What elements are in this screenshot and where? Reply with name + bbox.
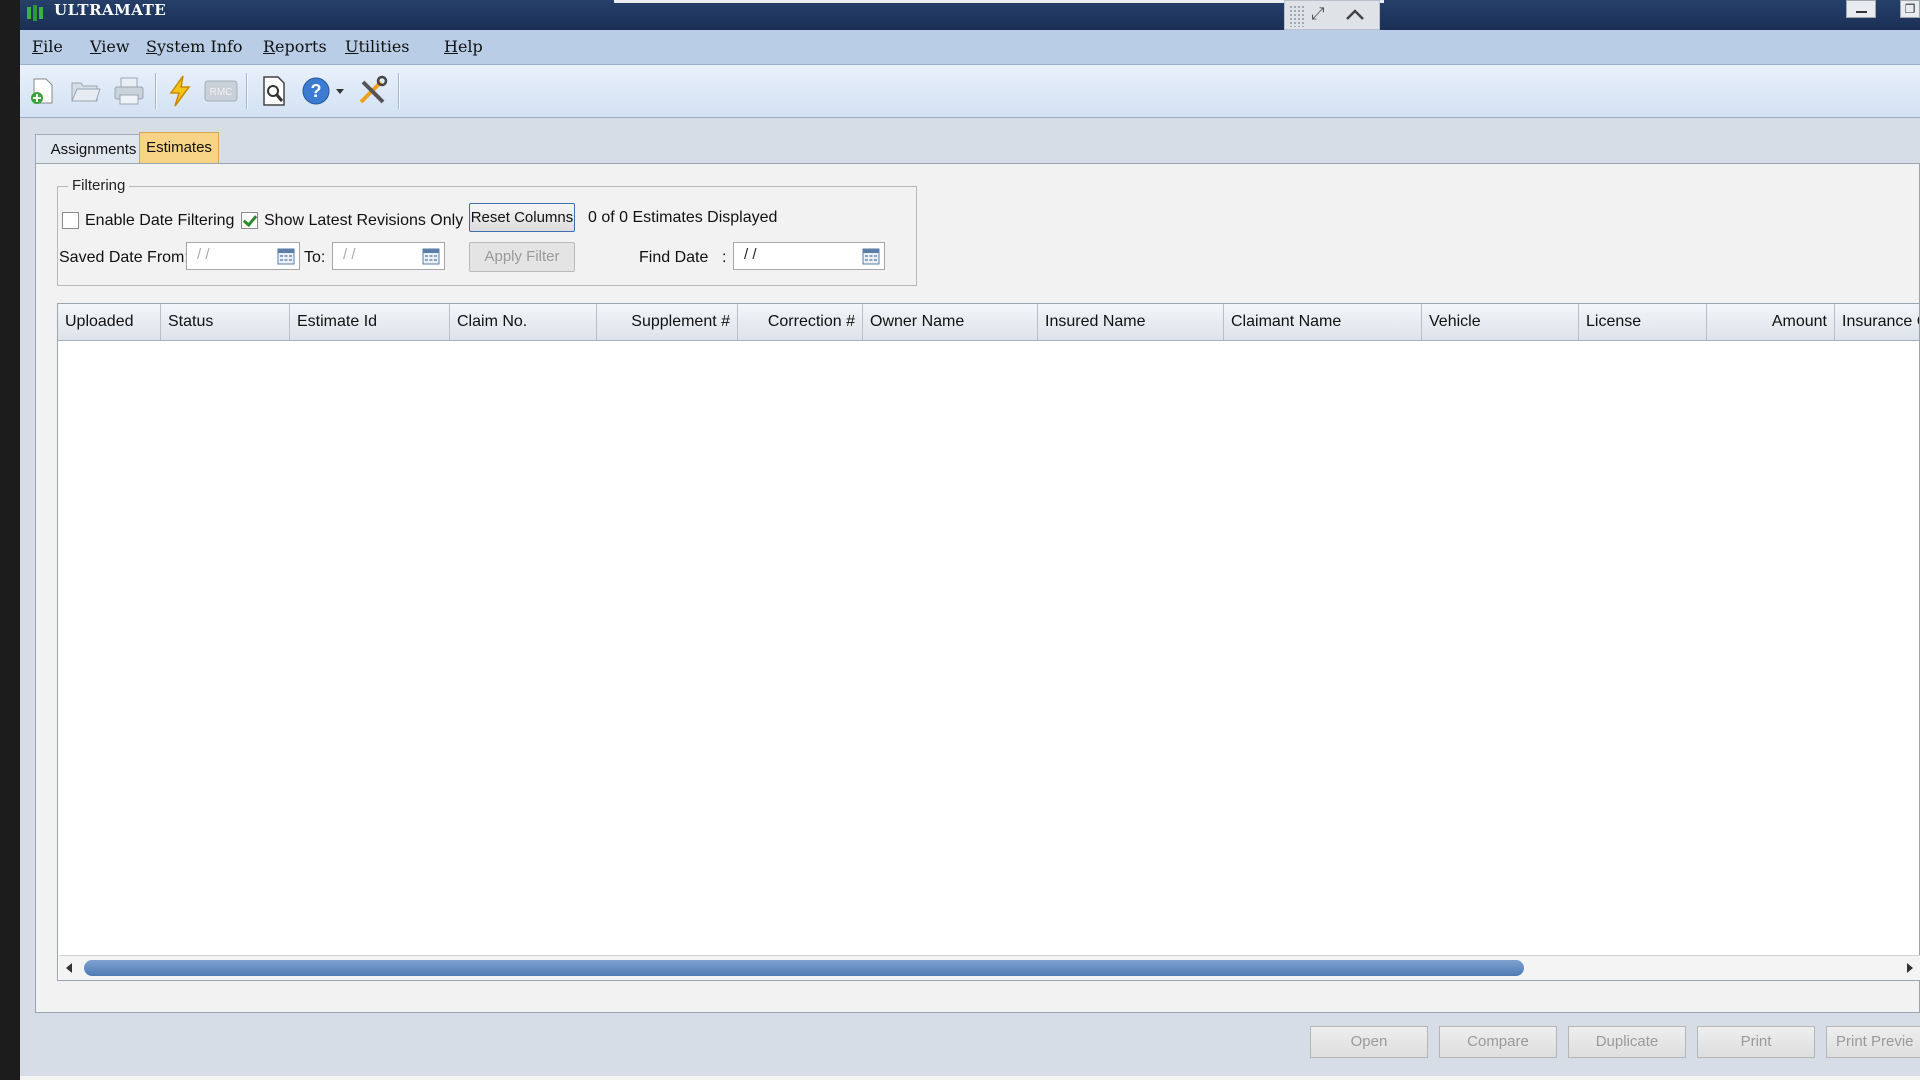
menu-view[interactable]: View bbox=[90, 37, 130, 56]
help-icon: ? bbox=[302, 77, 330, 105]
menu-help[interactable]: Help bbox=[444, 37, 483, 56]
window-bottom-edge bbox=[20, 1076, 1920, 1080]
app-title: ULTRAMATE bbox=[54, 1, 167, 19]
toolbar: RMC ? bbox=[20, 65, 1920, 118]
tools-icon bbox=[359, 75, 388, 104]
lightning-icon bbox=[169, 75, 191, 107]
duplicate-button[interactable]: Duplicate bbox=[1568, 1026, 1686, 1058]
help-dropdown-button[interactable] bbox=[332, 72, 348, 110]
app-window: ULTRAMATE ⤢ ❐ File View System Info Repo… bbox=[20, 0, 1920, 1080]
print-preview-button[interactable]: Print Previe bbox=[1826, 1026, 1920, 1058]
find-date-colon: : bbox=[722, 249, 727, 266]
saved-date-to-value: / / bbox=[343, 246, 356, 263]
rmc-icon: RMC bbox=[204, 80, 238, 102]
new-document-icon bbox=[31, 78, 53, 104]
svg-text:?: ? bbox=[311, 81, 322, 101]
title-strip bbox=[614, 0, 1384, 3]
menu-reports[interactable]: Reports bbox=[263, 37, 327, 56]
new-button[interactable] bbox=[23, 72, 61, 110]
print-toolbar-button[interactable] bbox=[110, 72, 148, 110]
app-logo-icon bbox=[27, 5, 43, 21]
estimates-grid[interactable]: Uploaded Status Estimate Id Claim No. Su… bbox=[57, 303, 1920, 981]
grid-header: Uploaded Status Estimate Id Claim No. Su… bbox=[58, 304, 1919, 341]
menu-utilities[interactable]: Utilities bbox=[345, 37, 410, 56]
open-button[interactable]: Open bbox=[1310, 1026, 1428, 1058]
title-bar: ULTRAMATE ⤢ ❐ bbox=[20, 0, 1920, 30]
calendar-icon[interactable] bbox=[422, 247, 440, 265]
reset-columns-button[interactable]: Reset Columns bbox=[469, 203, 575, 232]
tools-button[interactable] bbox=[353, 72, 391, 110]
find-date-label: Find Date bbox=[639, 249, 709, 266]
enable-date-filtering-label[interactable]: Enable Date Filtering bbox=[85, 212, 234, 230]
chevron-up-icon[interactable] bbox=[1341, 3, 1369, 27]
help-button[interactable]: ? bbox=[297, 72, 335, 110]
left-edge bbox=[0, 0, 20, 1080]
compare-button[interactable]: Compare bbox=[1439, 1026, 1557, 1058]
restore-button[interactable]: ❐ bbox=[1900, 0, 1920, 18]
show-latest-revisions-checkbox[interactable] bbox=[241, 212, 258, 229]
svg-text:RMC: RMC bbox=[210, 87, 233, 98]
minimize-button[interactable] bbox=[1846, 0, 1876, 18]
show-latest-revisions-label[interactable]: Show Latest Revisions Only bbox=[264, 212, 463, 230]
saved-date-from-label: Saved Date From: bbox=[59, 249, 189, 266]
find-date-value: / / bbox=[744, 246, 757, 263]
calendar-icon[interactable] bbox=[277, 247, 295, 265]
tab-assignments[interactable]: Assignments bbox=[35, 134, 152, 164]
saved-date-to-field[interactable]: / / bbox=[332, 242, 445, 270]
lightning-button[interactable] bbox=[161, 72, 199, 110]
calendar-icon[interactable] bbox=[862, 247, 880, 265]
print-button[interactable]: Print bbox=[1697, 1026, 1815, 1058]
column-header-owner-name[interactable]: Owner Name bbox=[863, 304, 1038, 340]
tab-estimates[interactable]: Estimates bbox=[139, 132, 219, 165]
scroll-right-arrow-icon[interactable] bbox=[1900, 956, 1920, 980]
drag-grip-icon[interactable] bbox=[1289, 5, 1305, 27]
column-header-estimate-id[interactable]: Estimate Id bbox=[290, 304, 450, 340]
toolbar-separator bbox=[246, 73, 248, 109]
menu-system-info[interactable]: System Info bbox=[146, 37, 243, 56]
rmc-button[interactable]: RMC bbox=[202, 72, 240, 110]
to-label: To: bbox=[304, 249, 326, 266]
toolbar-separator bbox=[398, 73, 400, 109]
column-header-claimant-name[interactable]: Claimant Name bbox=[1224, 304, 1422, 340]
column-header-status[interactable]: Status bbox=[161, 304, 290, 340]
find-date-field[interactable]: / / bbox=[733, 242, 885, 270]
column-header-correction[interactable]: Correction # bbox=[738, 304, 863, 340]
document-search-icon bbox=[263, 76, 285, 106]
menu-file[interactable]: File bbox=[32, 37, 63, 56]
horizontal-scrollbar[interactable] bbox=[59, 955, 1920, 980]
printer-icon bbox=[114, 77, 144, 105]
scrollbar-thumb[interactable] bbox=[84, 960, 1524, 976]
saved-date-from-value: / / bbox=[197, 246, 210, 263]
column-header-vehicle[interactable]: Vehicle bbox=[1422, 304, 1579, 340]
expand-icon[interactable]: ⤢ bbox=[1311, 4, 1325, 24]
open-folder-icon bbox=[71, 82, 101, 102]
menu-bar: File View System Info Reports Utilities … bbox=[20, 30, 1920, 65]
estimates-count-text: 0 of 0 Estimates Displayed bbox=[588, 209, 778, 226]
column-header-amount[interactable]: Amount bbox=[1707, 304, 1835, 340]
saved-date-from-field[interactable]: / / bbox=[186, 242, 300, 270]
column-header-supplement[interactable]: Supplement # bbox=[597, 304, 738, 340]
enable-date-filtering-checkbox[interactable] bbox=[62, 212, 79, 229]
column-header-insured-name[interactable]: Insured Name bbox=[1038, 304, 1224, 340]
toolbar-separator bbox=[155, 73, 157, 109]
filtering-legend: Filtering bbox=[68, 177, 130, 194]
open-toolbar-button[interactable] bbox=[66, 72, 104, 110]
column-header-claim-no[interactable]: Claim No. bbox=[450, 304, 597, 340]
apply-filter-button[interactable]: Apply Filter bbox=[469, 242, 575, 272]
remote-session-bar[interactable]: ⤢ bbox=[1284, 0, 1380, 30]
column-header-uploaded[interactable]: Uploaded bbox=[58, 304, 161, 340]
column-header-insurance-company[interactable]: Insurance C bbox=[1835, 304, 1919, 340]
dropdown-arrow-icon bbox=[336, 89, 344, 94]
preview-button[interactable] bbox=[255, 72, 293, 110]
scroll-left-arrow-icon[interactable] bbox=[59, 956, 79, 980]
column-header-license[interactable]: License bbox=[1579, 304, 1707, 340]
